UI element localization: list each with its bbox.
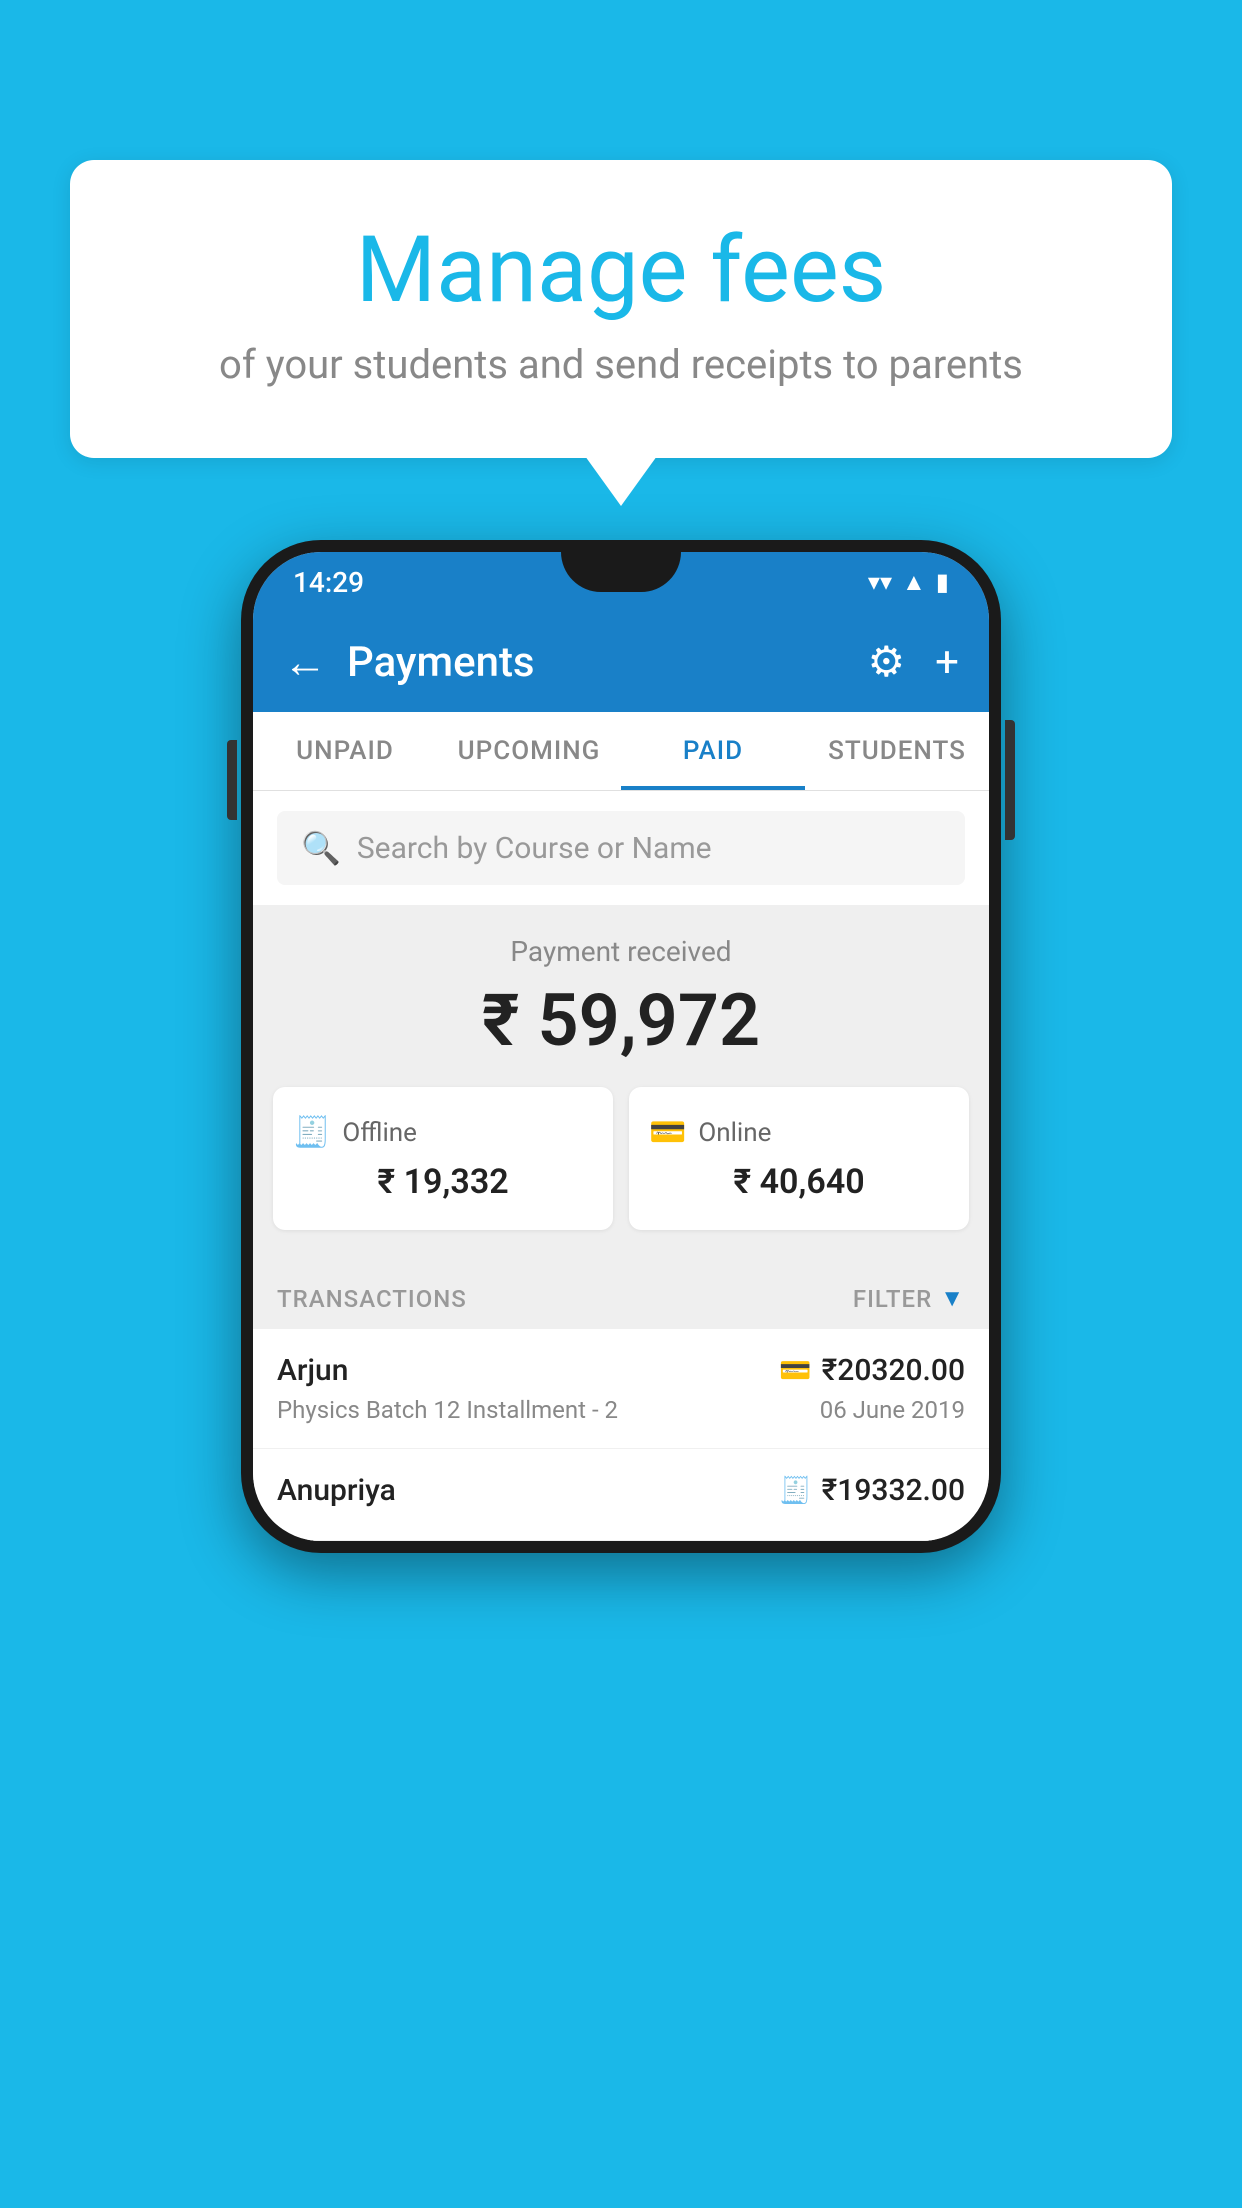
status-icons: ▾▾ ▲ ▮ — [868, 568, 949, 597]
table-row[interactable]: Anupriya 🧾 ₹19332.00 — [253, 1449, 989, 1541]
search-container: 🔍 Search by Course or Name — [253, 791, 989, 905]
tab-bar: UNPAID UPCOMING PAID STUDENTS — [253, 712, 989, 791]
payment-received-label: Payment received — [253, 935, 989, 968]
transaction-name-1: Arjun — [277, 1353, 348, 1388]
status-bar: 14:29 ▾▾ ▲ ▮ — [253, 552, 989, 612]
filter-label: FILTER — [853, 1285, 932, 1313]
app-bar-title: Payments — [347, 638, 848, 687]
online-icon: 💳 — [649, 1115, 686, 1150]
signal-icon: ▲ — [902, 568, 926, 597]
phone-body: 14:29 ▾▾ ▲ ▮ ← Payments ⚙ + UNPAID — [241, 540, 1001, 1553]
transaction-type-icon-2: 🧾 — [779, 1476, 811, 1506]
app-bar: ← Payments ⚙ + — [253, 612, 989, 712]
notch — [561, 552, 681, 592]
offline-payment-card: 🧾 Offline ₹ 19,332 — [273, 1087, 613, 1230]
battery-icon: ▮ — [936, 568, 949, 596]
tab-unpaid[interactable]: UNPAID — [253, 712, 437, 790]
online-amount: ₹ 40,640 — [649, 1162, 949, 1202]
offline-card-header: 🧾 Offline — [293, 1115, 593, 1150]
phone-screen: 14:29 ▾▾ ▲ ▮ ← Payments ⚙ + UNPAID — [253, 552, 989, 1541]
transaction-row-top-1: Arjun 💳 ₹20320.00 — [277, 1353, 965, 1388]
status-time: 14:29 — [293, 566, 364, 599]
tab-upcoming[interactable]: UPCOMING — [437, 712, 621, 790]
transactions-header: TRANSACTIONS FILTER ▼ — [253, 1260, 989, 1329]
tab-paid[interactable]: PAID — [621, 712, 805, 790]
speech-bubble-title: Manage fees — [120, 220, 1122, 321]
transaction-amount-wrap-2: 🧾 ₹19332.00 — [779, 1473, 965, 1508]
online-payment-card: 💳 Online ₹ 40,640 — [629, 1087, 969, 1230]
phone-mockup: 14:29 ▾▾ ▲ ▮ ← Payments ⚙ + UNPAID — [241, 540, 1001, 1553]
search-icon: 🔍 — [301, 829, 341, 867]
wifi-icon: ▾▾ — [868, 568, 892, 596]
offline-amount: ₹ 19,332 — [293, 1162, 593, 1202]
phone-side-button-right — [1005, 720, 1015, 840]
transactions-label: TRANSACTIONS — [277, 1285, 467, 1313]
online-label: Online — [698, 1118, 771, 1148]
table-row[interactable]: Arjun 💳 ₹20320.00 Physics Batch 12 Insta… — [253, 1329, 989, 1449]
transaction-course-1: Physics Batch 12 Installment - 2 — [277, 1396, 618, 1424]
transaction-type-icon-1: 💳 — [779, 1356, 811, 1386]
online-card-header: 💳 Online — [649, 1115, 949, 1150]
add-icon[interactable]: + — [935, 638, 959, 687]
settings-icon[interactable]: ⚙ — [868, 637, 906, 687]
transaction-date-1: 06 June 2019 — [820, 1396, 965, 1424]
transaction-amount-1: ₹20320.00 — [822, 1353, 965, 1388]
search-input[interactable]: Search by Course or Name — [357, 831, 712, 866]
transaction-list: Arjun 💳 ₹20320.00 Physics Batch 12 Insta… — [253, 1329, 989, 1541]
offline-icon: 🧾 — [293, 1115, 330, 1150]
transaction-row-top-2: Anupriya 🧾 ₹19332.00 — [277, 1473, 965, 1508]
transaction-amount-wrap-1: 💳 ₹20320.00 — [779, 1353, 965, 1388]
back-button[interactable]: ← — [283, 636, 327, 688]
filter-button[interactable]: FILTER ▼ — [853, 1284, 965, 1313]
transaction-name-2: Anupriya — [277, 1473, 396, 1508]
offline-label: Offline — [342, 1118, 417, 1148]
payment-summary: Payment received ₹ 59,972 🧾 Offline ₹ 19… — [253, 905, 989, 1260]
tab-students[interactable]: STUDENTS — [805, 712, 989, 790]
filter-icon: ▼ — [940, 1284, 965, 1313]
phone-side-button-left — [227, 740, 237, 820]
search-bar[interactable]: 🔍 Search by Course or Name — [277, 811, 965, 885]
app-bar-icons: ⚙ + — [868, 637, 960, 687]
transaction-amount-2: ₹19332.00 — [822, 1473, 965, 1508]
speech-bubble-subtitle: of your students and send receipts to pa… — [120, 341, 1122, 388]
payment-cards: 🧾 Offline ₹ 19,332 💳 Online ₹ 40,640 — [253, 1087, 989, 1230]
speech-bubble: Manage fees of your students and send re… — [70, 160, 1172, 458]
transaction-row-bottom-1: Physics Batch 12 Installment - 2 06 June… — [277, 1396, 965, 1424]
payment-total-amount: ₹ 59,972 — [253, 978, 989, 1063]
